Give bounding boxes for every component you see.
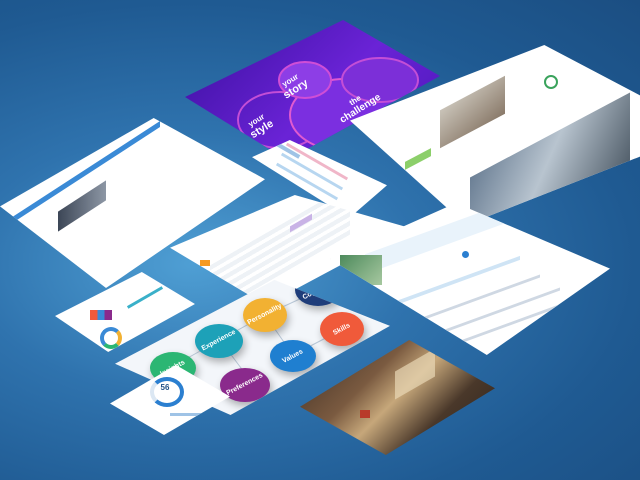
colored-tag-orange xyxy=(200,260,210,266)
green-tag xyxy=(405,148,431,170)
trend-line xyxy=(126,286,164,309)
gauge-value: 56 xyxy=(160,383,170,392)
window-light xyxy=(395,348,435,400)
marketing-collage: your story your style the challenge Pers… xyxy=(0,0,640,480)
plant-photo xyxy=(340,255,382,285)
progress-ring-icon xyxy=(544,75,558,89)
chart-bars xyxy=(90,310,112,320)
donut-icon xyxy=(100,327,122,349)
slider-thumb[interactable] xyxy=(462,251,469,258)
gauge-ring xyxy=(150,377,184,407)
presenter-photo xyxy=(440,75,505,149)
red-chair xyxy=(360,410,370,418)
gauge-bar xyxy=(170,413,210,416)
